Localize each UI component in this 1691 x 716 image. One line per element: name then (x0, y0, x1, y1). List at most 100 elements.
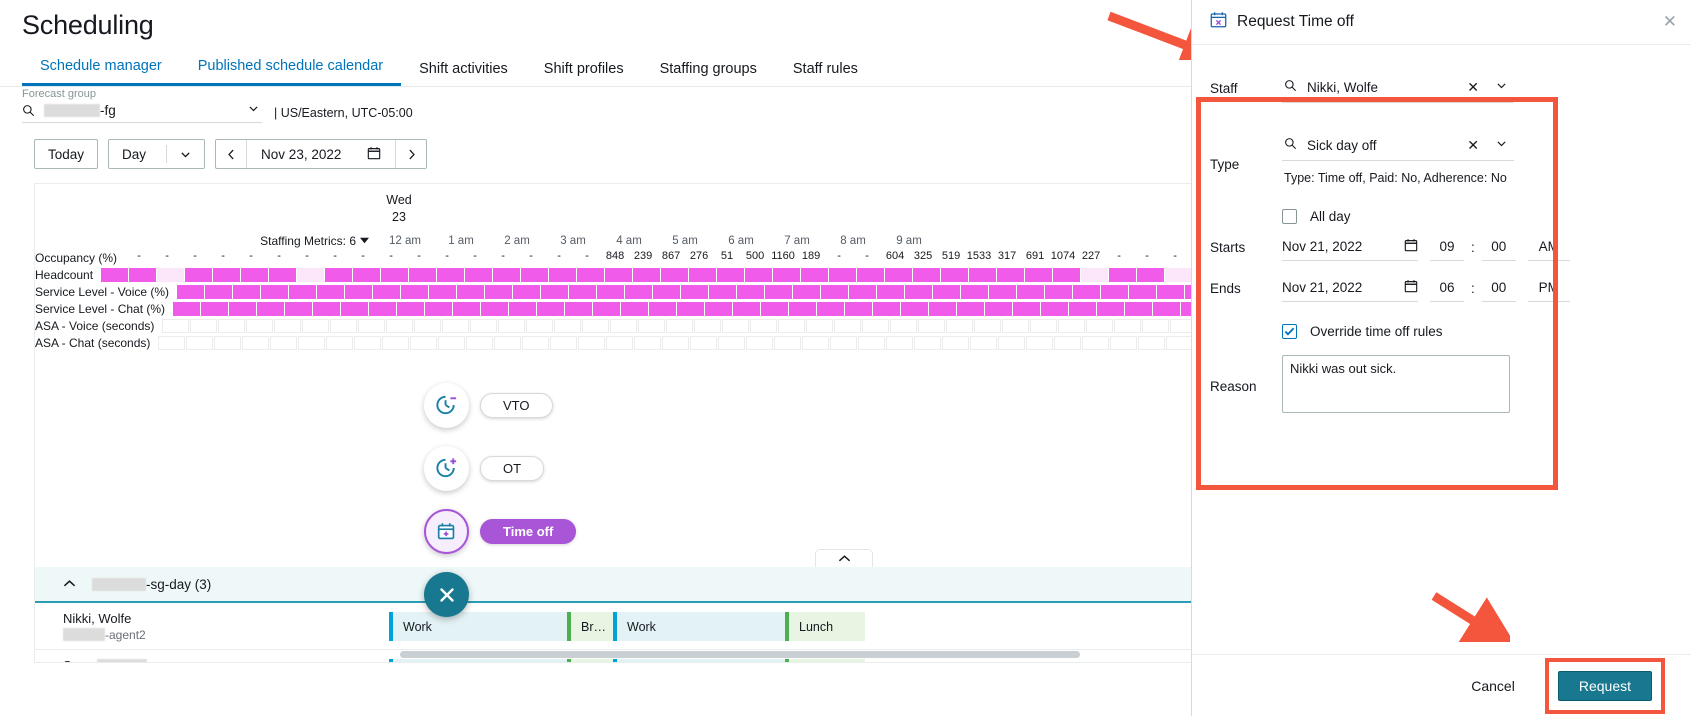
ends-row: Ends Nov 21, 2022 06 : 00 PM (1210, 274, 1669, 302)
metric-cell (1165, 267, 1191, 282)
clear-icon[interactable]: ✕ (1459, 137, 1487, 154)
metric-cell (737, 284, 765, 299)
metric-cell (929, 301, 957, 316)
staffing-metrics-dropdown[interactable]: Staffing Metrics: 6 (35, 234, 377, 248)
metric-cell (1041, 301, 1069, 316)
ends-minute-input[interactable]: 00 (1481, 274, 1516, 302)
ends-label: Ends (1210, 280, 1241, 296)
ends-hour-input[interactable]: 06 (1430, 274, 1464, 302)
metric-label: ASA - Chat (seconds) (35, 335, 151, 350)
shift-block[interactable]: Work (613, 659, 785, 662)
metric-cell (793, 284, 821, 299)
metric-cell (494, 335, 522, 350)
tab-shift-activities[interactable]: Shift activities (401, 61, 526, 86)
metric-label: Service Level - Voice (%) (35, 284, 170, 299)
reason-row: Reason (1210, 355, 1669, 418)
metric-cell (801, 267, 829, 282)
metric-cell: 189 (801, 250, 821, 262)
quick-action-buttons: VTO OT Time off (424, 383, 624, 635)
chevron-down-icon[interactable] (167, 148, 204, 161)
timezone-label: | US/Eastern, UTC-05:00 (274, 106, 413, 120)
ends-meridiem-input[interactable]: PM (1527, 274, 1570, 302)
override-checkbox[interactable] (1282, 324, 1297, 339)
tab-shift-profiles[interactable]: Shift profiles (526, 61, 642, 86)
panel-header: Request Time off ✕ (1192, 0, 1691, 45)
all-day-label: All day (1310, 209, 1351, 224)
reason-input[interactable] (1282, 355, 1510, 413)
starts-meridiem-input[interactable]: AM (1527, 233, 1570, 261)
view-selector[interactable]: Day (108, 139, 206, 169)
date-picker[interactable]: Nov 23, 2022 (247, 146, 395, 163)
calendar-plus-icon[interactable] (424, 509, 469, 554)
today-button[interactable]: Today (34, 139, 99, 169)
date-navigator: Nov 23, 2022 (215, 139, 428, 169)
type-label: Type (1210, 157, 1240, 172)
override-checkbox-row[interactable]: Override time off rules (1282, 324, 1669, 339)
metric-values-sl-voice (177, 284, 1191, 299)
ot-pill-button[interactable]: OT (480, 456, 545, 481)
chevron-up-icon[interactable] (63, 575, 76, 593)
calendar-icon[interactable] (1404, 279, 1418, 296)
time-off-pill-button[interactable]: Time off (480, 519, 577, 544)
calendar-icon[interactable] (367, 146, 381, 163)
metric-cell (481, 301, 509, 316)
chevron-down-icon[interactable] (1487, 137, 1514, 155)
tab-staff-rules[interactable]: Staff rules (775, 61, 876, 86)
staff-select[interactable]: Nikki, Wolfe ✕ (1282, 73, 1514, 103)
shift-block[interactable]: Work (389, 659, 567, 662)
chevron-down-icon[interactable] (1487, 79, 1514, 97)
shift-block[interactable]: Br… (567, 659, 613, 662)
metric-cell (662, 335, 690, 350)
metric-cell: 604 (885, 250, 905, 262)
metric-cell (1082, 335, 1110, 350)
calendar-icon[interactable] (1404, 238, 1418, 255)
tab-published-schedule-calendar[interactable]: Published schedule calendar (179, 58, 402, 86)
all-day-checkbox[interactable] (1282, 209, 1297, 224)
next-day-button[interactable] (396, 140, 426, 168)
cancel-button[interactable]: Cancel (1459, 672, 1527, 700)
metric-cell (610, 318, 638, 333)
metric-cell (565, 301, 593, 316)
tab-schedule-manager[interactable]: Schedule manager (22, 58, 180, 86)
forecast-group-select[interactable]: -fg (22, 99, 262, 123)
starts-date-input[interactable]: Nov 21, 2022 (1282, 233, 1418, 261)
ends-date-input[interactable]: Nov 21, 2022 (1282, 274, 1418, 302)
metric-cell (1101, 284, 1129, 299)
metric-cell (214, 335, 242, 350)
tab-staffing-groups[interactable]: Staffing groups (642, 61, 775, 86)
shift-block[interactable]: Lunch (785, 659, 865, 662)
tab-label: Staff rules (792, 61, 858, 77)
metric-cell (661, 267, 689, 282)
starts-hour-input[interactable]: 09 (1430, 233, 1464, 261)
metric-cell (1170, 318, 1191, 333)
collapse-metrics-button[interactable] (815, 549, 873, 567)
metric-cell (550, 335, 578, 350)
metric-cell (789, 301, 817, 316)
clock-minus-icon[interactable] (424, 383, 469, 428)
metric-cell (957, 301, 985, 316)
previous-day-button[interactable] (216, 140, 246, 168)
clock-plus-icon[interactable] (424, 446, 469, 491)
metric-cell: 227 (1081, 250, 1101, 262)
starts-minute-input[interactable]: 00 (1481, 233, 1516, 261)
horizontal-scrollbar[interactable] (400, 651, 1080, 658)
close-icon[interactable] (424, 572, 469, 617)
metric-cell (270, 335, 298, 350)
shift-block[interactable]: Work (613, 612, 785, 641)
hour-tick: 7 am (784, 234, 810, 247)
metric-cell (857, 267, 885, 282)
shift-block[interactable]: Lunch (785, 612, 865, 641)
metric-cell (246, 318, 274, 333)
request-button[interactable]: Request (1557, 670, 1652, 701)
metric-cell (1181, 301, 1191, 316)
close-icon[interactable]: ✕ (1663, 12, 1677, 32)
metric-cell (569, 284, 597, 299)
search-icon (22, 104, 35, 117)
chevron-down-icon[interactable] (247, 102, 260, 120)
all-day-checkbox-row[interactable]: All day (1282, 209, 1669, 224)
clear-icon[interactable]: ✕ (1459, 79, 1487, 96)
metric-cell (201, 301, 229, 316)
forecast-group-value: -fg (44, 103, 116, 118)
vto-pill-button[interactable]: VTO (480, 393, 553, 418)
type-select[interactable]: Sick day off ✕ (1282, 131, 1514, 161)
